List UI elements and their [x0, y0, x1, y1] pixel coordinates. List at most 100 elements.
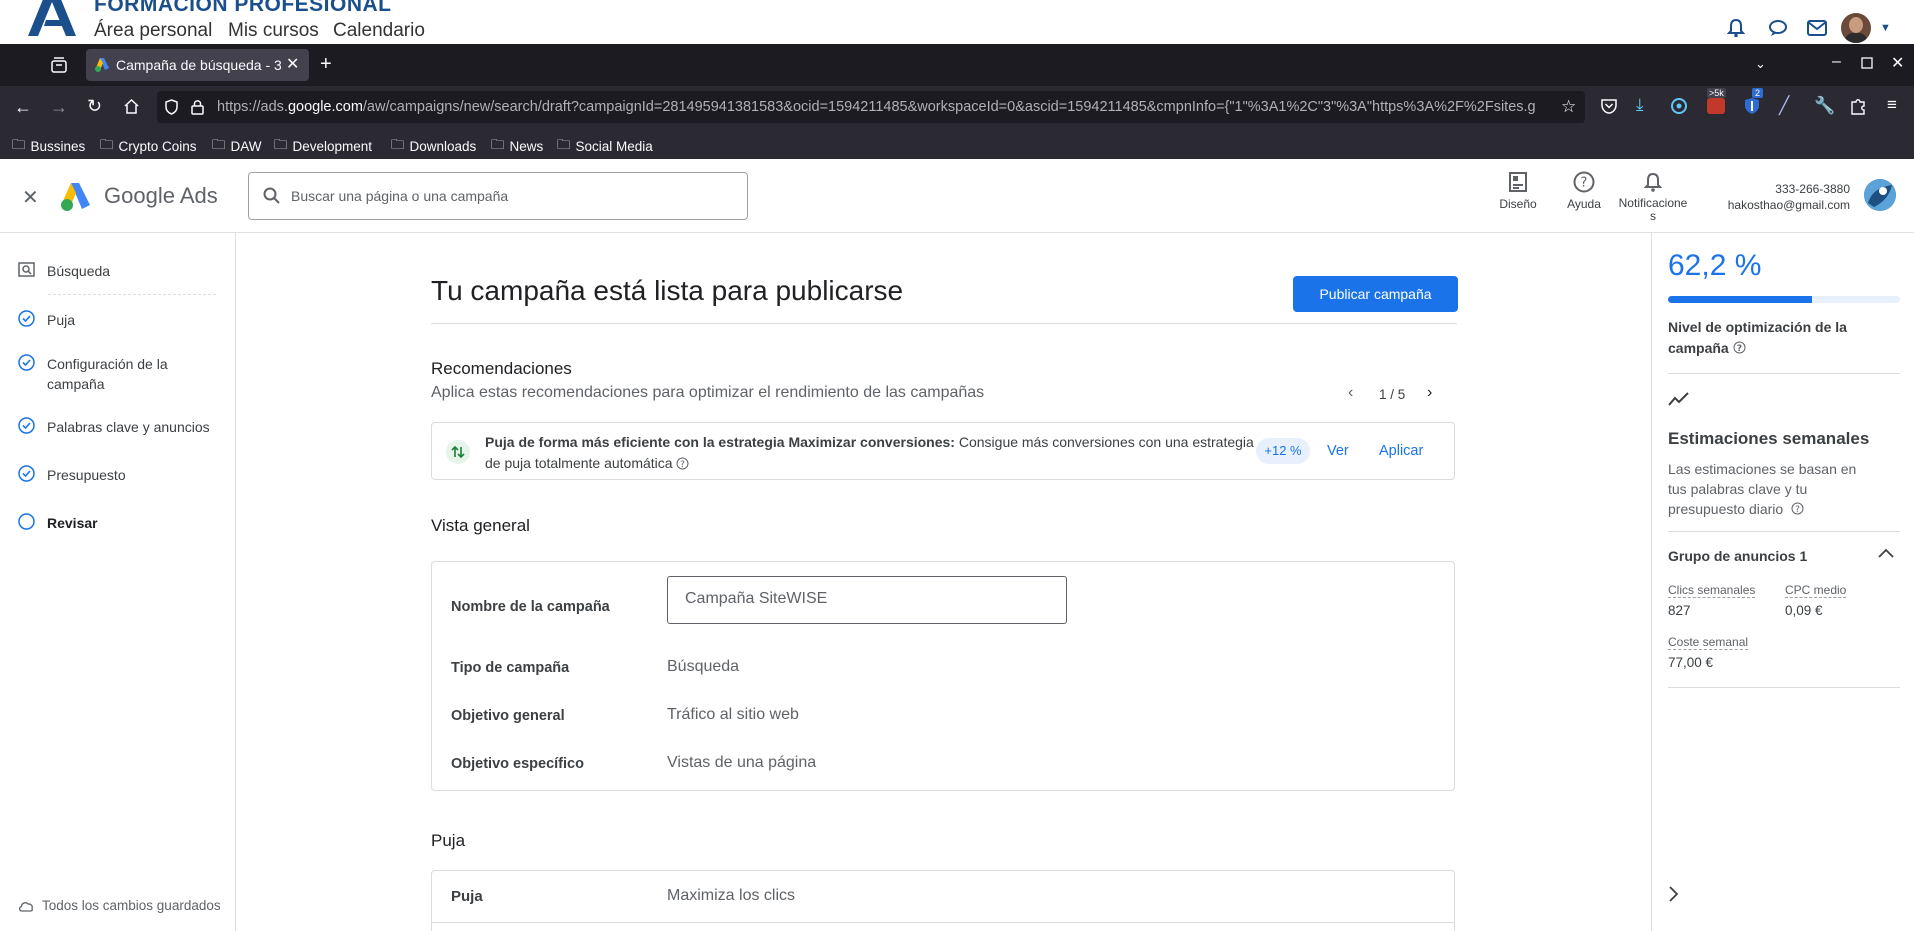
nav-step-palabras-clave[interactable]: Palabras clave y anuncios [18, 417, 222, 437]
mail-icon[interactable] [1807, 20, 1827, 36]
view-recommendation-link[interactable]: Ver [1327, 443, 1349, 459]
check-circle-icon [18, 310, 35, 327]
folder-icon: 🗀 [557, 137, 571, 152]
home-icon[interactable] [123, 98, 140, 114]
campaign-type-value: Búsqueda [667, 658, 740, 675]
nav-step-busqueda[interactable]: Búsqueda [18, 261, 222, 281]
extension-shield-icon[interactable] [1744, 97, 1760, 115]
optimization-score: 62,2 % [1668, 249, 1762, 282]
product-name: Google Ads [104, 183, 218, 208]
bookmark-development[interactable]: 🗀 Development [274, 135, 372, 158]
eyedropper-icon[interactable]: ╱ [1779, 96, 1789, 116]
recommendations-subheading: Aplica estas recomendaciones para optimi… [431, 384, 985, 401]
notifications-button[interactable]: Notificaciones [1616, 171, 1690, 223]
reload-icon[interactable]: ↻ [87, 96, 102, 117]
chevron-up-icon[interactable] [1878, 548, 1894, 558]
bookmark-crypto-coins[interactable]: 🗀 Crypto Coins [100, 135, 197, 158]
cpc-value: 0,09 € [1785, 603, 1823, 618]
lock-icon[interactable] [191, 99, 204, 115]
minimize-icon[interactable]: – [1832, 53, 1841, 71]
window-close-icon[interactable]: ✕ [1891, 53, 1904, 73]
browser-tab-active[interactable]: Campaña de búsqueda - 3 ✕ [86, 49, 309, 81]
chat-icon[interactable] [1768, 19, 1788, 37]
bookmark-bussines[interactable]: 🗀 Bussines [12, 135, 85, 158]
next-icon[interactable]: › [1427, 384, 1432, 402]
nav-area-personal[interactable]: Área personal [94, 20, 212, 42]
info-icon[interactable]: ? [676, 457, 689, 470]
search-icon [263, 187, 281, 205]
general-goal-label: Objetivo general [451, 708, 565, 724]
cost-value: 77,00 € [1668, 655, 1714, 670]
user-avatar[interactable] [1841, 13, 1871, 43]
maximize-icon[interactable] [1861, 57, 1873, 69]
panel-divider [1668, 373, 1900, 374]
apply-recommendation-link[interactable]: Aplicar [1379, 443, 1423, 459]
chevron-right-icon[interactable] [1668, 886, 1678, 902]
campaign-name-label: Nombre de la campaña [451, 599, 610, 615]
bell-icon[interactable] [1727, 18, 1745, 38]
tab-list-icon[interactable]: ⌄ [1755, 56, 1766, 72]
trend-icon [1668, 391, 1690, 407]
tab-close-icon[interactable]: ✕ [286, 54, 299, 74]
svg-text:?: ? [1795, 505, 1800, 515]
ad-group-title: Grupo de anuncios 1 [1668, 548, 1808, 564]
chevron-down-icon[interactable]: ▼ [1880, 22, 1891, 34]
svg-text:?: ? [1736, 344, 1741, 354]
clicks-value: 827 [1668, 603, 1691, 618]
bookmark-news[interactable]: 🗀 News [491, 135, 543, 158]
uplift-badge: +12 % [1256, 438, 1310, 464]
weekly-heading: Estimaciones semanales [1668, 429, 1870, 448]
design-button[interactable]: Diseño [1492, 171, 1544, 211]
clicks-label: Clics semanales [1668, 583, 1756, 598]
close-icon[interactable]: ✕ [22, 185, 39, 210]
recommendations-heading: Recomendaciones [431, 359, 572, 378]
prev-icon[interactable]: ‹ [1348, 384, 1353, 402]
recommendation-card[interactable]: Puja de forma más eficiente con la estra… [431, 422, 1455, 480]
account-info[interactable]: 333-266-3880 hakosthao@gmail.com [1690, 181, 1850, 213]
extensions-puzzle-icon[interactable] [1850, 97, 1866, 115]
menu-icon[interactable]: ≡ [1887, 95, 1897, 115]
nav-mis-cursos[interactable]: Mis cursos [228, 20, 319, 42]
help-icon: ? [1573, 171, 1595, 193]
folder-icon: 🗀 [12, 137, 26, 152]
search-box[interactable]: Buscar una página o una campaña [248, 172, 748, 220]
nav-calendario[interactable]: Calendario [333, 20, 425, 42]
bidding-card: Puja Maximiza los clics [431, 870, 1455, 931]
downloads-icon[interactable]: ⤓ [1636, 95, 1644, 115]
bidding-arrows-icon [446, 440, 470, 464]
panel-divider [1668, 531, 1900, 532]
site-logo[interactable] [24, 0, 84, 36]
check-circle-icon [18, 354, 35, 371]
search-step-icon [18, 261, 35, 278]
search-placeholder: Buscar una página o una campaña [291, 188, 509, 204]
account-phone: 333-266-3880 [1775, 182, 1850, 196]
folder-icon: 🗀 [391, 137, 405, 152]
optimization-bar-fill [1668, 296, 1813, 303]
bookmark-star-icon[interactable]: ☆ [1561, 97, 1576, 117]
bookmark-social-media[interactable]: 🗀 Social Media [557, 135, 653, 158]
extension-red-icon[interactable] [1707, 98, 1725, 114]
forward-icon[interactable]: → [50, 97, 68, 118]
back-icon[interactable]: ← [14, 97, 32, 118]
nav-step-configuracion[interactable]: Configuración de la campaña [18, 354, 197, 394]
bidding-row-divider [432, 922, 1454, 923]
account-avatar[interactable] [1864, 179, 1896, 211]
specific-goal-label: Objetivo específico [451, 756, 584, 772]
address-bar[interactable]: https://ads.google.com/aw/campaigns/new/… [157, 91, 1585, 123]
new-tab-icon[interactable]: + [320, 53, 332, 76]
info-icon[interactable]: ? [1791, 502, 1804, 515]
bookmark-daw[interactable]: 🗀 DAW [212, 135, 262, 158]
nav-step-presupuesto[interactable]: Presupuesto [18, 465, 222, 485]
bookmark-downloads[interactable]: 🗀 Downloads [391, 135, 476, 158]
pocket-icon[interactable] [1600, 98, 1618, 114]
info-icon[interactable]: ? [1733, 341, 1746, 354]
shield-icon[interactable] [164, 99, 179, 115]
campaign-name-input[interactable]: Campaña SiteWISE [667, 576, 1067, 624]
tab-overview-icon[interactable] [50, 56, 68, 74]
wrench-icon[interactable]: 🔧 [1814, 96, 1835, 116]
extension-target-icon[interactable] [1670, 97, 1688, 115]
publish-campaign-button[interactable]: Publicar campaña [1293, 276, 1458, 312]
nav-step-puja[interactable]: Puja [18, 310, 222, 330]
nav-step-revisar[interactable]: Revisar [18, 513, 222, 533]
help-button[interactable]: ? Ayuda [1558, 171, 1610, 211]
